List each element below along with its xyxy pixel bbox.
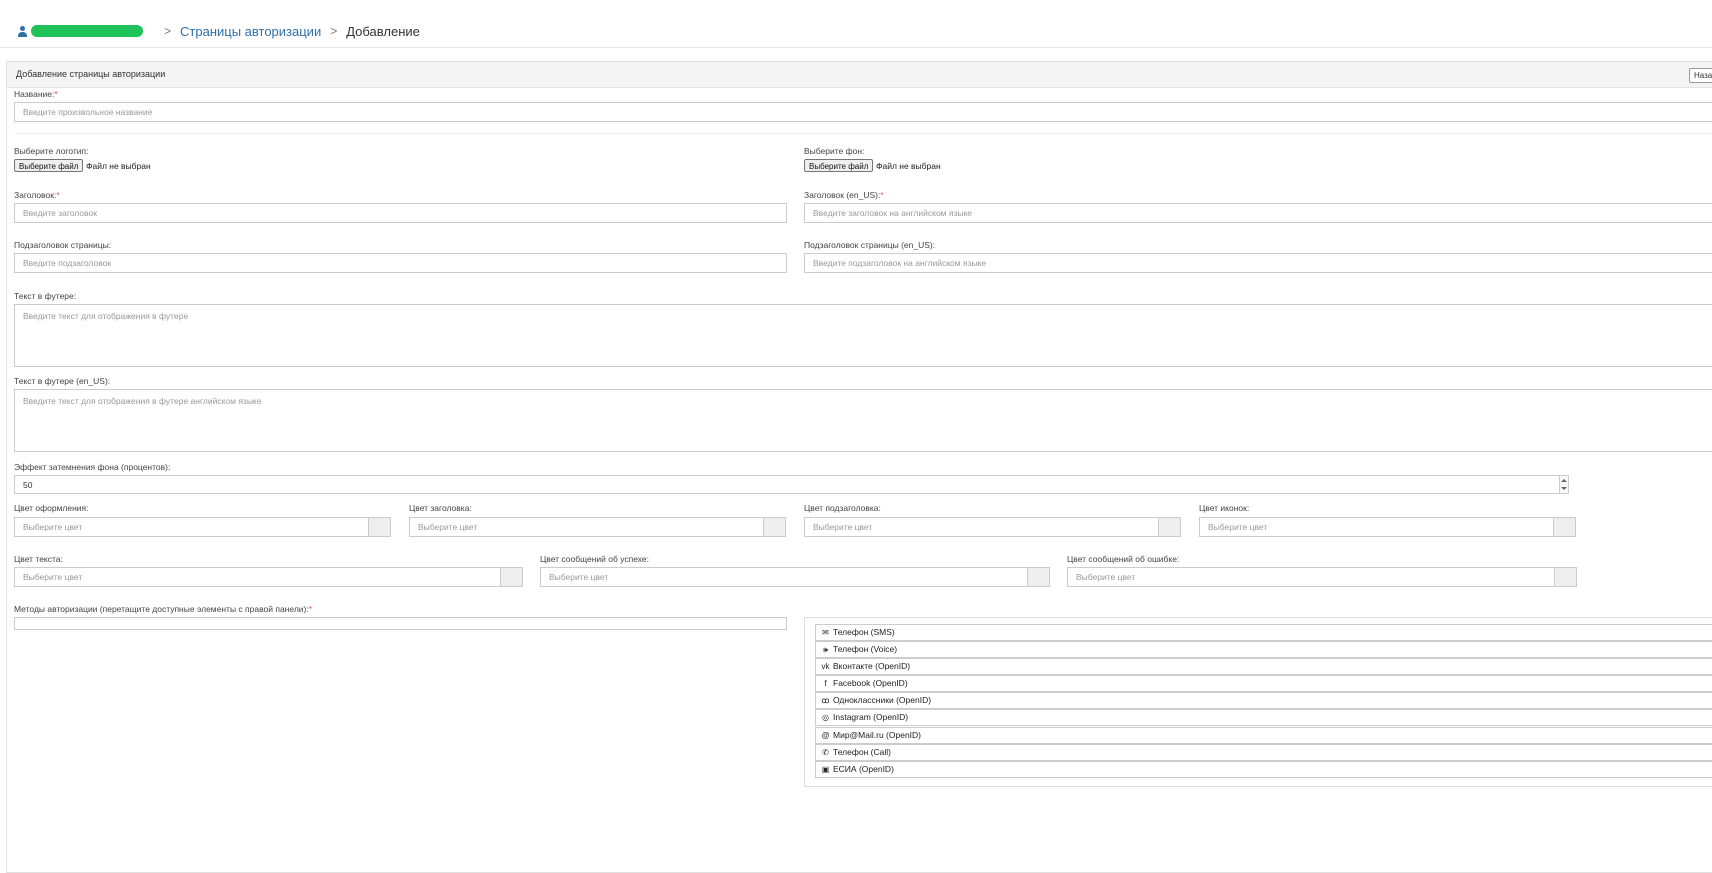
method-item-call[interactable]: ✆ Телефон (Call) bbox=[815, 744, 1712, 761]
color-title-input[interactable]: Выберите цвет bbox=[409, 517, 786, 537]
instagram-icon: ◎ bbox=[822, 713, 829, 722]
color-swatch-button[interactable] bbox=[500, 568, 522, 586]
method-item-odnoklassniki[interactable]: ꝏ Одноклассники (OpenID) bbox=[815, 692, 1712, 709]
color-swatch-button[interactable] bbox=[1554, 568, 1576, 586]
footer-textarea[interactable]: Введите текст для отображения в футере bbox=[14, 304, 1712, 367]
footer-label: Текст в футере: bbox=[14, 291, 77, 301]
title-en-input[interactable]: Введите заголовок на английском языке bbox=[804, 203, 1712, 223]
panel-title: Добавление страницы авторизации bbox=[16, 69, 166, 79]
color-icons-label: Цвет иконок: bbox=[1199, 503, 1250, 513]
volume-icon: 🕪 bbox=[822, 645, 829, 654]
odnoklassniki-icon: ꝏ bbox=[821, 696, 830, 705]
color-subtitle-label: Цвет подзаголовка: bbox=[804, 503, 881, 513]
subtitle-label: Подзаголовок страницы: bbox=[14, 240, 112, 250]
method-item-mailru[interactable]: @ Мир@Mail.ru (OpenID) bbox=[815, 727, 1712, 744]
user-icon[interactable] bbox=[18, 25, 27, 37]
methods-dropzone[interactable] bbox=[14, 617, 787, 630]
footer-en-label: Текст в футере (en_US): bbox=[14, 376, 111, 386]
breadcrumb: > Страницы авторизации > Добавление bbox=[18, 22, 420, 40]
name-input[interactable]: Введите произвольное название bbox=[14, 102, 1712, 122]
background-label: Выберите фон: bbox=[804, 146, 865, 156]
dim-label: Эффект затемнения фона (процентов): bbox=[14, 462, 171, 472]
method-item-esia[interactable]: ▣ ЕСИА (OpenID) bbox=[815, 761, 1712, 778]
background-choose-file-button[interactable]: Выберите файл bbox=[804, 159, 874, 172]
vk-icon: vk bbox=[821, 662, 830, 671]
color-title-label: Цвет заголовка: bbox=[409, 503, 472, 513]
redacted-username[interactable] bbox=[31, 25, 143, 37]
breadcrumb-separator: > bbox=[164, 24, 172, 38]
name-label: Название:* bbox=[14, 89, 58, 99]
title-label: Заголовок:* bbox=[14, 190, 60, 200]
method-item-facebook[interactable]: f Facebook (OpenID) bbox=[815, 675, 1712, 692]
method-item-voice[interactable]: 🕪 Телефон (Voice) bbox=[815, 641, 1712, 658]
color-swatch-button[interactable] bbox=[1158, 518, 1180, 536]
back-button[interactable]: Назад bbox=[1689, 68, 1712, 83]
breadcrumb-separator: > bbox=[330, 24, 338, 38]
breadcrumb-current: Добавление bbox=[346, 23, 420, 39]
section-divider bbox=[14, 133, 1712, 134]
background-file-status: Файл не выбран bbox=[876, 161, 941, 171]
color-error-input[interactable]: Выберите цвет bbox=[1067, 567, 1577, 587]
number-spinner-icon[interactable] bbox=[1559, 476, 1568, 493]
title-input[interactable]: Введите заголовок bbox=[14, 203, 787, 223]
color-icons-input[interactable]: Выберите цвет bbox=[1199, 517, 1576, 537]
color-success-input[interactable]: Выберите цвет bbox=[540, 567, 1050, 587]
panel-header: Добавление страницы авторизации Назад bbox=[7, 62, 1712, 88]
color-error-label: Цвет сообщений об ошибке: bbox=[1067, 554, 1180, 564]
id-card-icon: ▣ bbox=[821, 765, 830, 774]
color-text-label: Цвет текста: bbox=[14, 554, 63, 564]
color-swatch-button[interactable] bbox=[368, 518, 390, 536]
color-success-label: Цвет сообщений об успехе: bbox=[540, 554, 650, 564]
method-item-sms[interactable]: ✉ Телефон (SMS) bbox=[815, 624, 1712, 641]
subtitle-en-label: Подзаголовок страницы (en_US): bbox=[804, 240, 936, 250]
logo-choose-file-button[interactable]: Выберите файл bbox=[14, 159, 84, 172]
header-divider bbox=[0, 47, 1712, 48]
color-text-input[interactable]: Выберите цвет bbox=[14, 567, 523, 587]
method-item-vk[interactable]: vk Вконтакте (OpenID) bbox=[815, 658, 1712, 675]
subtitle-en-input[interactable]: Введите подзаголовок на английском языке bbox=[804, 253, 1712, 273]
envelope-icon: ✉ bbox=[822, 628, 829, 637]
dim-number-input[interactable]: 50 bbox=[14, 475, 1569, 494]
color-swatch-button[interactable] bbox=[763, 518, 785, 536]
color-design-input[interactable]: Выберите цвет bbox=[14, 517, 391, 537]
logo-file-status: Файл не выбран bbox=[86, 161, 151, 171]
logo-label: Выберите логотип: bbox=[14, 146, 89, 156]
breadcrumb-link-auth-pages[interactable]: Страницы авторизации bbox=[180, 24, 321, 39]
title-en-label: Заголовок (en_US):* bbox=[804, 190, 884, 200]
phone-call-icon: ✆ bbox=[822, 748, 829, 757]
color-swatch-button[interactable] bbox=[1553, 518, 1575, 536]
method-item-instagram[interactable]: ◎ Instagram (OpenID) bbox=[815, 709, 1712, 726]
color-subtitle-input[interactable]: Выберите цвет bbox=[804, 517, 1181, 537]
at-icon: @ bbox=[821, 731, 830, 740]
subtitle-input[interactable]: Введите подзаголовок bbox=[14, 253, 787, 273]
color-design-label: Цвет оформления: bbox=[14, 503, 89, 513]
color-swatch-button[interactable] bbox=[1027, 568, 1049, 586]
footer-en-textarea[interactable]: Введите текст для отображения в футере а… bbox=[14, 389, 1712, 452]
facebook-icon: f bbox=[824, 679, 827, 688]
methods-label: Методы авторизации (перетащите доступные… bbox=[14, 604, 313, 614]
